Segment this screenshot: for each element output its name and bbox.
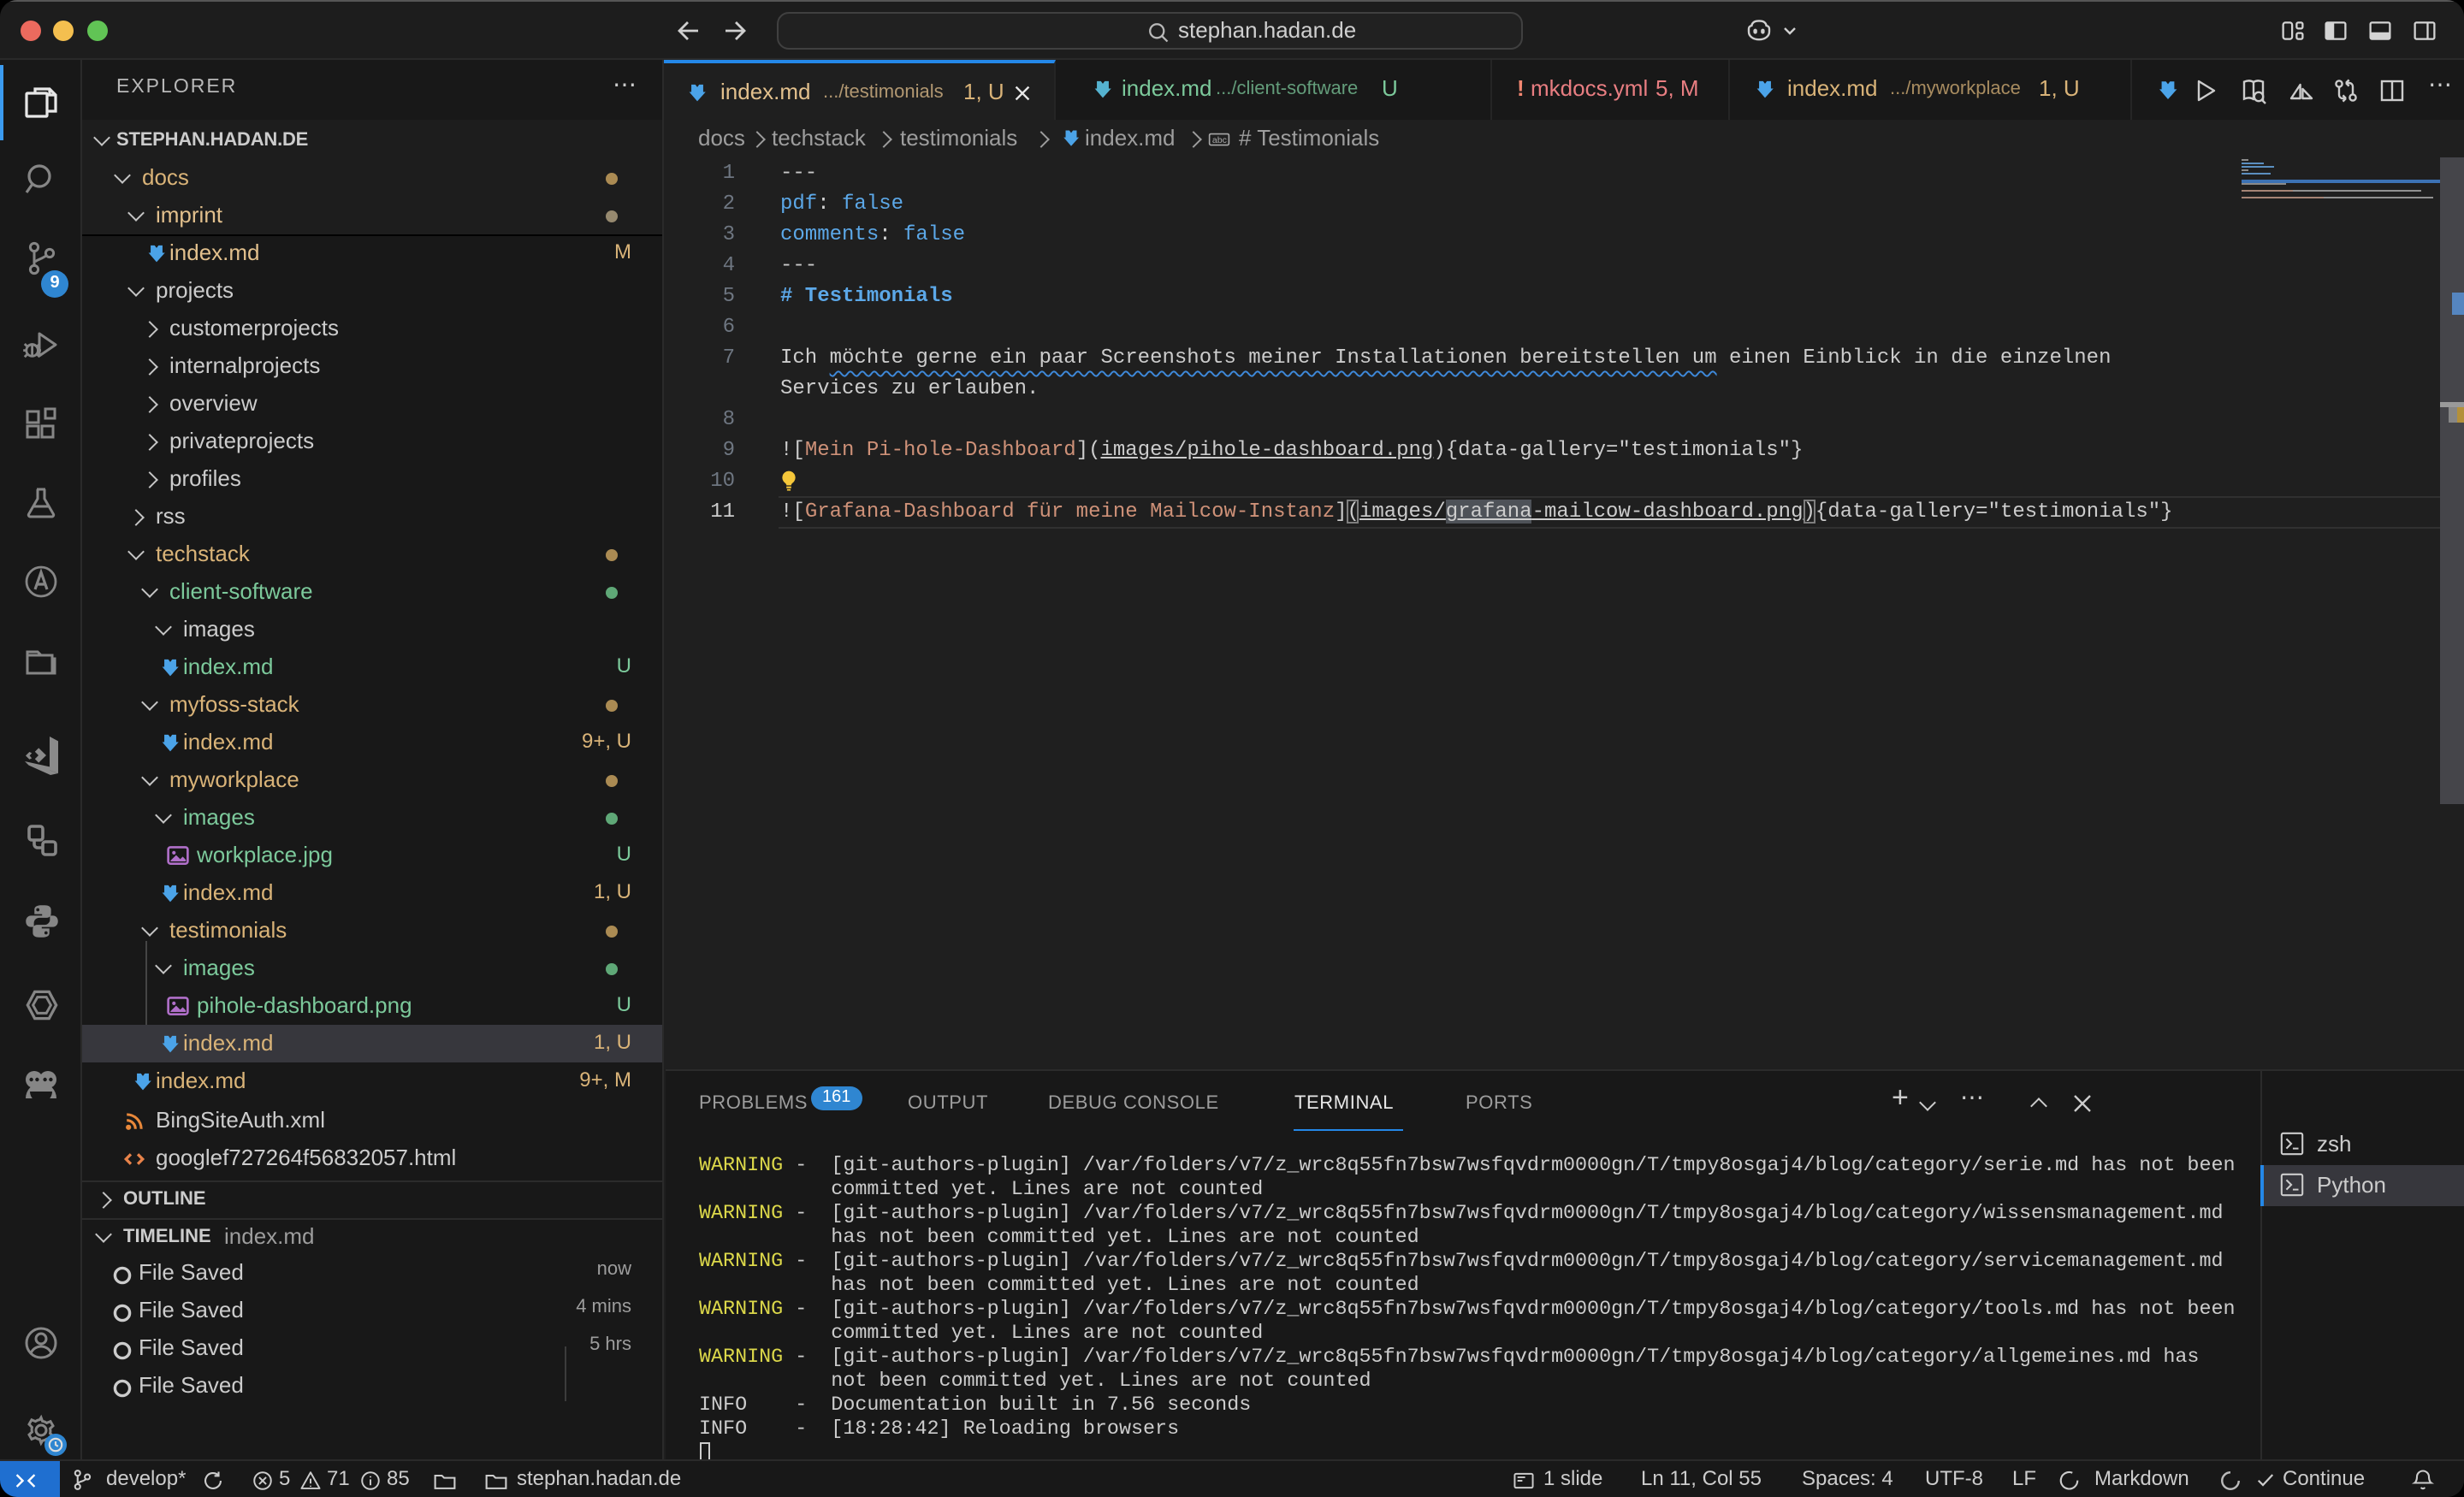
svg-text:abc: abc — [1212, 135, 1227, 145]
